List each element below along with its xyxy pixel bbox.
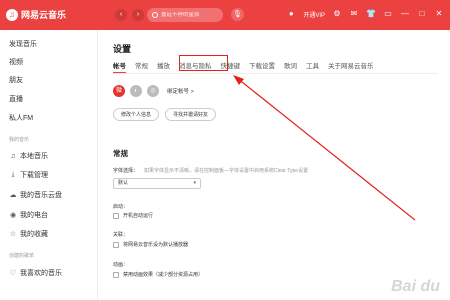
account-bindings: 微 ◐ ◎ 绑定帐号 > <box>113 85 194 97</box>
sidebar-item-label: 我的收藏 <box>20 231 48 238</box>
star-icon: ☆ <box>9 231 17 238</box>
top-bar: ♫ 网易云音乐 ‹ › 🎙 ● 开通VIP ⚙ ✉ 👕 ▭ — □ ✕ <box>0 0 450 30</box>
sidebar-item-video[interactable]: 视频 <box>9 57 23 67</box>
wechat-icon[interactable]: ◐ <box>130 85 142 97</box>
nav-arrows: ‹ › <box>115 9 144 21</box>
highlight-annotation <box>179 55 228 71</box>
sidebar-item-label: 视频 <box>9 59 23 66</box>
sidebar-item-collection[interactable]: ☆ 我的收藏 <box>9 229 48 239</box>
sidebar: 发现音乐 视频 朋友 直播 私人FM 我的音乐 ♫ 本地音乐 ⤓ 下载管理 ☁ … <box>0 30 98 300</box>
sidebar-item-discover[interactable]: 发现音乐 <box>9 39 37 49</box>
watermark: Bai du <box>391 278 440 295</box>
maximize-icon[interactable]: □ <box>417 9 427 19</box>
search-input[interactable] <box>161 12 221 18</box>
association-option-label: 将网易云音乐设为默认播放器 <box>123 242 189 248</box>
settings-tabs: 帐号 常规 播放 消息与隐私 快捷键 下载设置 歌词 工具 关于网易云音乐 <box>113 60 374 73</box>
app-name: 网易云音乐 <box>21 10 67 20</box>
startup-option-label: 开机自动运行 <box>123 213 154 219</box>
startup-label: 启动： <box>113 204 129 210</box>
sidebar-item-label: 私人FM <box>9 115 34 122</box>
settings-gear-icon[interactable]: ⚙ <box>332 9 342 19</box>
vip-label[interactable]: 开通VIP <box>303 10 325 19</box>
close-icon[interactable]: ✕ <box>434 9 444 19</box>
sidebar-item-radio[interactable]: ◉ 我的电台 <box>9 210 48 220</box>
tab-playback[interactable]: 播放 <box>157 60 170 73</box>
radio-icon: ◉ <box>9 212 17 219</box>
microphone-icon[interactable]: 🎙 <box>231 8 244 21</box>
font-select[interactable]: 默认 ▾ <box>113 178 201 189</box>
bind-account-link[interactable]: 绑定帐号 > <box>167 87 194 95</box>
music-note-icon: ♫ <box>10 152 16 160</box>
animation-option[interactable]: 禁用动画效果（减少部分资源占用） <box>113 271 203 278</box>
tab-general[interactable]: 常规 <box>135 60 148 73</box>
weibo-icon[interactable]: 微 <box>113 85 125 97</box>
sidebar-item-label: 我喜欢的音乐 <box>20 270 62 277</box>
settings-panel: 设置 帐号 常规 播放 消息与隐私 快捷键 下载设置 歌词 工具 关于网易云音乐… <box>99 30 450 300</box>
mini-mode-icon[interactable]: ▭ <box>383 9 393 19</box>
mail-icon[interactable]: ✉ <box>349 9 359 19</box>
sidebar-item-label: 我的电台 <box>20 212 48 219</box>
cloud-icon: ☁ <box>9 192 17 199</box>
association-option[interactable]: 将网易云音乐设为默认播放器 <box>113 241 188 248</box>
sidebar-item-label: 下载管理 <box>20 172 48 179</box>
font-select-value: 默认 <box>118 180 129 186</box>
back-arrow-icon[interactable]: ‹ <box>115 9 127 21</box>
startup-option[interactable]: 开机自动运行 <box>113 212 153 219</box>
app-logo[interactable]: ♫ 网易云音乐 <box>6 8 66 21</box>
general-section-title: 常规 <box>113 149 128 158</box>
sidebar-item-friends[interactable]: 朋友 <box>9 75 23 85</box>
sidebar-item-label: 直播 <box>9 96 23 103</box>
font-label: 字体选择： <box>113 168 139 174</box>
skin-icon[interactable]: 👕 <box>366 9 376 19</box>
sidebar-item-downloads[interactable]: ⤓ 下载管理 <box>9 170 48 180</box>
find-friends-button[interactable]: 寻找并邀请好友 <box>165 108 217 121</box>
top-right-controls: ● 开通VIP ⚙ ✉ 👕 ▭ — □ ✕ <box>286 9 444 19</box>
my-music-section-title: 我的音乐 <box>9 137 30 143</box>
tab-divider <box>113 73 438 74</box>
sidebar-item-label: 朋友 <box>9 77 23 84</box>
search-box[interactable] <box>147 8 223 22</box>
sidebar-item-label: 本地音乐 <box>20 153 48 160</box>
user-avatar-icon[interactable]: ● <box>286 9 296 19</box>
tab-download[interactable]: 下载设置 <box>249 60 275 73</box>
playlist-section-title: 创建的歌单 <box>9 253 35 259</box>
minimize-icon[interactable]: — <box>400 9 410 19</box>
tab-about[interactable]: 关于网易云音乐 <box>328 60 374 73</box>
animation-label: 动画： <box>113 262 129 268</box>
tab-tools[interactable]: 工具 <box>306 60 319 73</box>
netease-music-logo-icon: ♫ <box>6 8 18 21</box>
association-label: 关联： <box>113 232 129 238</box>
chevron-down-icon: ▾ <box>193 180 196 186</box>
download-icon: ⤓ <box>11 171 15 178</box>
sidebar-item-local-music[interactable]: ♫ 本地音乐 <box>9 151 48 161</box>
account-buttons: 修改个人信息 寻找并邀请好友 <box>113 108 217 121</box>
sidebar-item-live[interactable]: 直播 <box>9 94 23 104</box>
startup-checkbox[interactable] <box>113 212 119 219</box>
tab-account[interactable]: 帐号 <box>113 60 126 73</box>
search-icon <box>152 12 158 18</box>
animation-option-label: 禁用动画效果（减少部分资源占用） <box>123 272 204 278</box>
qq-icon[interactable]: ◎ <box>147 85 159 97</box>
association-checkbox[interactable] <box>113 241 119 248</box>
sidebar-item-fm[interactable]: 私人FM <box>9 113 33 123</box>
forward-arrow-icon[interactable]: › <box>132 9 144 21</box>
sidebar-item-label: 我的音乐云盘 <box>20 192 62 199</box>
font-hint: 如果字体显示不清晰，请在控制面板—字体设置中启用系统Clear Type设置 <box>144 168 309 174</box>
page-title: 设置 <box>113 44 132 54</box>
edit-profile-button[interactable]: 修改个人信息 <box>113 108 160 121</box>
sidebar-item-label: 发现音乐 <box>9 41 37 48</box>
heart-icon: ♡ <box>9 270 17 277</box>
animation-checkbox[interactable] <box>113 271 119 278</box>
sidebar-item-cloud[interactable]: ☁ 我的音乐云盘 <box>9 190 63 200</box>
sidebar-item-liked[interactable]: ♡ 我喜欢的音乐 <box>9 268 62 278</box>
tab-lyrics[interactable]: 歌词 <box>284 60 297 73</box>
